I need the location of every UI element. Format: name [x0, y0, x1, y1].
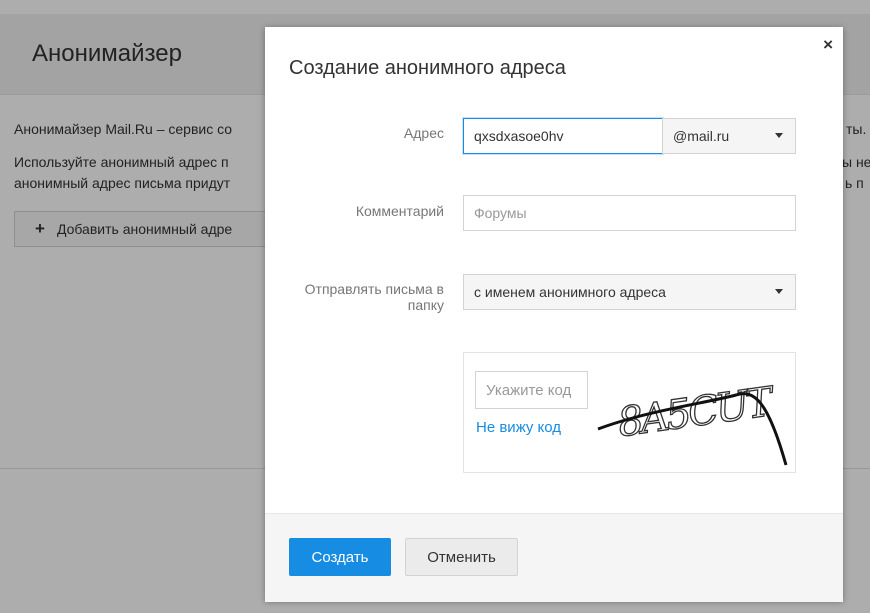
close-icon[interactable]: × — [823, 35, 833, 55]
create-address-dialog: × Создание анонимного адреса Адрес @mail… — [265, 27, 843, 602]
address-input[interactable] — [463, 118, 663, 154]
dialog-title: Создание анонимного адреса — [289, 57, 566, 79]
folder-select[interactable]: с именем анонимного адреса — [463, 274, 796, 310]
domain-select[interactable]: @mail.ru — [662, 118, 796, 154]
chevron-down-icon — [775, 289, 783, 294]
captcha-box: Не вижу код 8A5CUT — [463, 352, 796, 473]
address-label: Адрес — [403, 125, 444, 141]
dialog-footer: Создать Отменить — [265, 513, 843, 602]
folder-select-value: с именем анонимного адреса — [474, 284, 666, 300]
refresh-captcha-link[interactable]: Не вижу код — [476, 419, 561, 436]
domain-select-value: @mail.ru — [673, 128, 730, 144]
comment-label: Комментарий — [355, 203, 444, 219]
captcha-input[interactable] — [475, 371, 588, 409]
cancel-button[interactable]: Отменить — [405, 538, 518, 576]
comment-input[interactable] — [463, 195, 796, 231]
captcha-code: 8A5CUT — [615, 379, 779, 447]
create-button[interactable]: Создать — [289, 538, 391, 576]
chevron-down-icon — [775, 133, 783, 138]
folder-label: Отправлять письма в папку — [304, 281, 444, 313]
captcha-image: 8A5CUT — [597, 378, 788, 466]
